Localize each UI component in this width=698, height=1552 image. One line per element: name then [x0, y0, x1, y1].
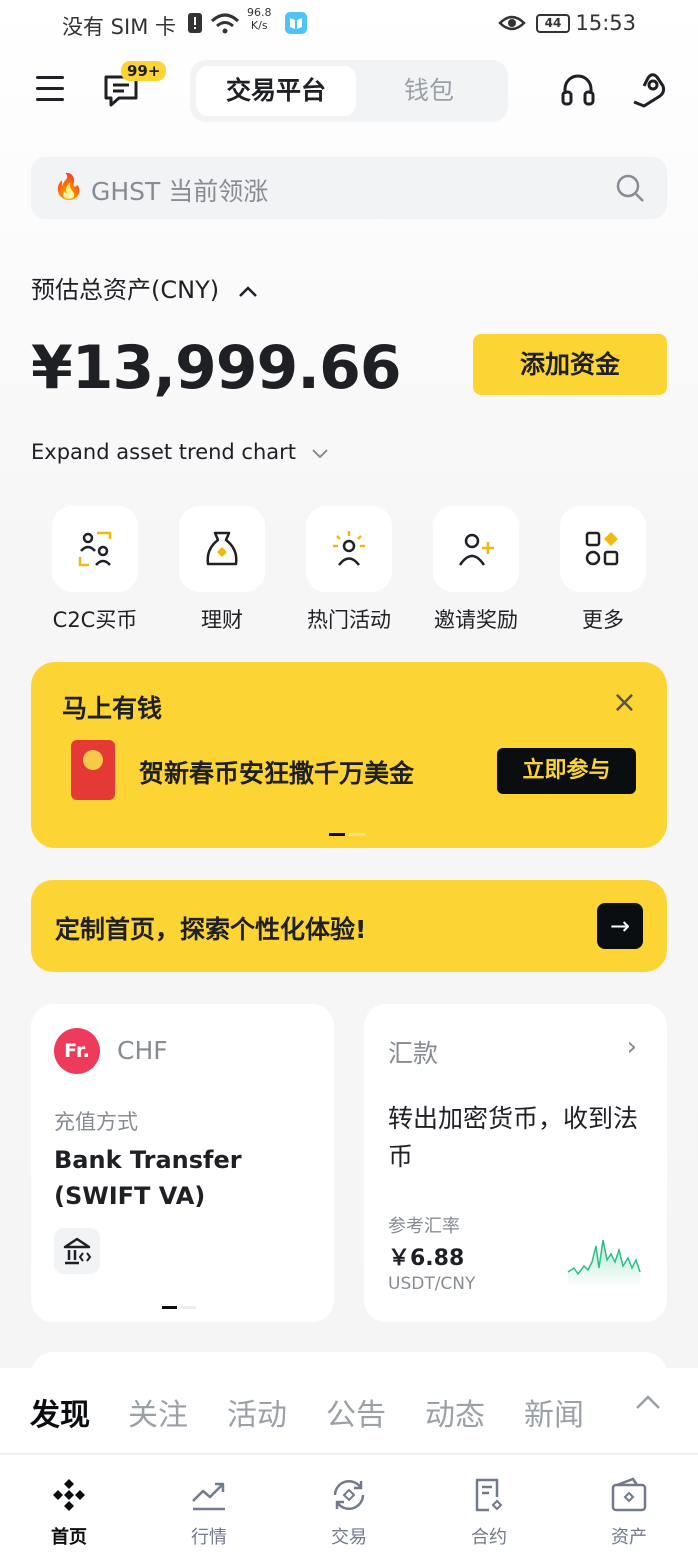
remittance-description: 转出加密货币，收到法币 [388, 1104, 639, 1171]
chevron-up-icon [238, 286, 257, 297]
banner-text: 贺新春币安狂撒千万美金 [139, 759, 415, 788]
nav-trade[interactable]: 交易 [299, 1477, 399, 1549]
tab-discover[interactable]: 发现 [30, 1390, 90, 1434]
carrier-text: 没有 SIM 卡 [62, 15, 176, 39]
remittance-card[interactable]: 汇款 › 转出加密货币，收到法币 参考汇率 ￥6.88 USDT/CNY [364, 1004, 667, 1322]
feed-tabs: 发现 关注 活动 公告 动态 新闻 [0, 1368, 698, 1454]
book-app-icon [285, 12, 307, 34]
wifi-icon [210, 13, 240, 34]
card-pager [162, 1294, 200, 1313]
more-grid-icon [585, 531, 619, 566]
nav-home[interactable]: 首页 [19, 1477, 119, 1549]
c2c-icon [78, 531, 112, 567]
expand-trend-chart[interactable]: Expand asset trend chart [31, 440, 329, 464]
quick-action-c2c[interactable]: C2C买币 [40, 506, 150, 634]
chevron-right-icon[interactable]: › [627, 1032, 637, 1062]
reference-rate-value: ￥6.88 [388, 1246, 465, 1271]
currency-name: CHF [117, 1036, 168, 1065]
invite-icon [458, 533, 494, 566]
clock: 15:53 [575, 11, 636, 35]
banner-pager [329, 821, 369, 840]
tab-wallet[interactable]: 钱包 [356, 66, 502, 116]
notification-badge: 99+ [121, 61, 167, 81]
wallet-icon [611, 1477, 647, 1512]
chevron-up-icon[interactable] [634, 1392, 662, 1412]
bank-icon [54, 1228, 100, 1274]
network-speed: 96.8 K/s [247, 6, 272, 32]
headset-icon[interactable] [560, 72, 596, 108]
fire-icon: 🔥 [53, 172, 85, 201]
quick-action-more[interactable]: 更多 [548, 506, 658, 634]
reference-rate-label: 参考汇率 [388, 1216, 460, 1237]
activity-icon [333, 531, 365, 566]
tab-news[interactable]: 新闻 [524, 1390, 584, 1434]
profile-hand-icon[interactable] [630, 72, 668, 110]
search-placeholder: GHST 当前领涨 [91, 177, 269, 206]
customize-home-banner[interactable]: 定制首页，探索个性化体验! → [31, 880, 667, 972]
trade-icon [333, 1479, 365, 1511]
tab-following[interactable]: 关注 [128, 1390, 188, 1434]
estimated-assets-label[interactable]: 预估总资产(CNY) [31, 270, 259, 305]
battery-icon: 44 [536, 14, 570, 33]
quick-action-invite[interactable]: 邀请奖励 [421, 506, 531, 634]
search-bar[interactable]: 🔥 GHST 当前领涨 [31, 157, 667, 219]
deposit-method-label: 充值方式 [54, 1110, 138, 1134]
chf-logo-icon: Fr. [54, 1028, 100, 1074]
tab-announcements[interactable]: 公告 [326, 1390, 386, 1434]
tab-activities[interactable]: 活动 [227, 1390, 287, 1434]
futures-icon [475, 1478, 503, 1512]
nav-futures[interactable]: 合约 [439, 1477, 539, 1549]
menu-icon[interactable] [36, 76, 64, 104]
search-icon[interactable] [615, 173, 645, 203]
nav-markets[interactable]: 行情 [159, 1477, 259, 1549]
promo-banner[interactable]: 马上有钱 × 贺新春币安狂撒千万美金 立即参与 [31, 662, 667, 848]
status-bar: 没有 SIM 卡 96.8 K/s 44 15:53 [0, 0, 698, 48]
deposit-card[interactable]: Fr. CHF 充值方式 Bank Transfer (SWIFT VA) [31, 1004, 334, 1322]
customize-text: 定制首页，探索个性化体验! [55, 915, 367, 944]
remittance-title: 汇款 [388, 1039, 439, 1068]
bottom-navigation: 首页 行情 交易 合约 资产 [0, 1455, 698, 1552]
tab-exchange[interactable]: 交易平台 [196, 66, 356, 116]
nav-assets[interactable]: 资产 [579, 1477, 679, 1549]
red-envelope-icon [71, 740, 115, 800]
mode-switch: 交易平台 钱包 [190, 60, 508, 122]
deposit-method-value: Bank Transfer (SWIFT VA) [54, 1146, 242, 1210]
quick-action-earn[interactable]: 理财 [167, 506, 277, 634]
tab-updates[interactable]: 动态 [425, 1390, 485, 1434]
home-logo-icon [53, 1479, 85, 1511]
add-funds-button[interactable]: 添加资金 [473, 334, 667, 395]
money-bag-icon [206, 531, 238, 566]
rate-sparkline [567, 1239, 641, 1288]
eye-icon [498, 15, 526, 31]
join-now-button[interactable]: 立即参与 [497, 748, 636, 794]
quick-action-activities[interactable]: 热门活动 [294, 506, 404, 634]
chevron-down-icon [312, 449, 328, 459]
banner-title: 马上有钱 [62, 694, 163, 723]
markets-icon [192, 1482, 225, 1511]
sim-icon [188, 13, 202, 33]
rate-pair: USDT/CNY [388, 1274, 476, 1294]
total-assets-value: ¥13,999.66 [31, 333, 402, 403]
arrow-right-icon[interactable]: → [597, 903, 643, 949]
close-icon[interactable]: × [612, 688, 637, 718]
